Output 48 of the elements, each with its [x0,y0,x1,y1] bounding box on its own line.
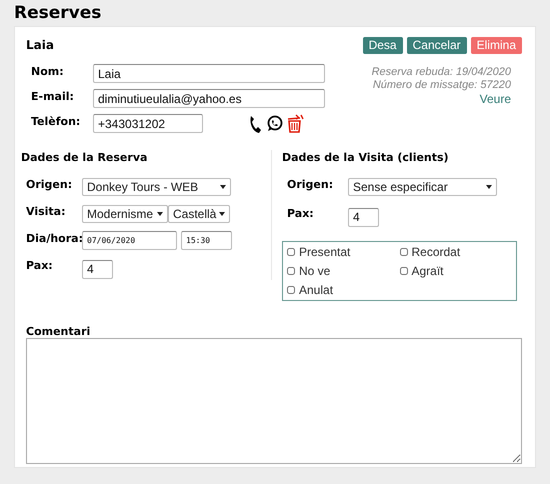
chat-bubble-icon[interactable] [266,115,283,132]
input-field[interactable]: 07/06/2020 [82,230,177,250]
section-title: Dades de la Visita (clients) [282,150,450,166]
input-field[interactable]: 4 [82,260,113,278]
field-label: E-mail: [31,89,75,105]
field-label: Visita: [26,204,66,220]
dropdown[interactable]: Castellà [168,204,230,222]
page-title: Reserves [14,2,102,24]
message-number: Número de missatge: 57220 [372,79,511,92]
view-link[interactable]: Veure [480,93,511,106]
field-label: Nom: [31,64,65,80]
action-button[interactable]: Desa [362,37,403,54]
checkbox[interactable] [287,286,295,294]
checkbox[interactable] [400,248,408,256]
dropdown[interactable]: Sense especificar [348,178,497,196]
input-field[interactable]: 15:30 [181,230,232,250]
field-label: Telèfon: [31,114,82,130]
caret-icon [220,184,226,188]
dropdown[interactable]: Donkey Tours - WEB [82,178,231,196]
checkbox[interactable] [400,266,408,274]
checkbox-label: Agraït [412,262,444,280]
input-field[interactable]: diminutiueulalia@yahoo.es [93,89,325,108]
checkbox-label: Anulat [299,282,334,298]
section-title: Dades de la Reserva [21,150,148,166]
checkbox-label: No ve [299,262,330,280]
comment-label: Comentari [26,326,92,338]
checkbox-label: Presentat [299,244,350,260]
field-label: Dia/hora: [26,230,82,246]
caret-icon [486,184,492,188]
action-button[interactable]: Cancelar [406,37,467,54]
trash-icon[interactable] [287,114,304,133]
comment-field[interactable] [26,338,522,464]
checkbox-label: Recordat [412,244,460,260]
field-label: Pax: [26,258,54,274]
phone-icon[interactable] [248,114,262,132]
field-label: Origen: [287,176,334,192]
checkbox[interactable] [287,248,295,256]
caret-icon [157,212,163,216]
input-field[interactable]: 4 [348,208,379,226]
caret-icon [219,212,226,216]
field-label: Origen: [26,176,74,192]
received-date: Reserva rebuda: 19/04/2020 [372,66,511,79]
input-field[interactable]: Laia [93,64,325,83]
input-field[interactable]: +343031202 [93,114,203,133]
field-label: Pax: [287,206,315,222]
customer-name: Laia [26,37,54,54]
checkbox[interactable] [287,266,295,274]
dropdown[interactable]: Modernisme [82,204,168,222]
